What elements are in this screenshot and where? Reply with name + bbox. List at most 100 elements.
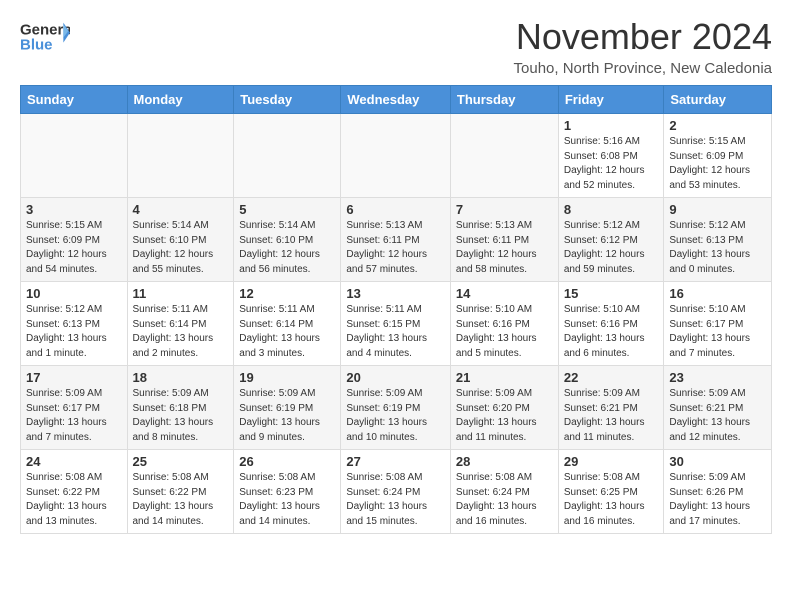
calendar-cell: 9 Sunrise: 5:12 AM Sunset: 6:13 PM Daylig… bbox=[664, 198, 772, 282]
day-number: 16 bbox=[669, 286, 766, 301]
day-info: Sunrise: 5:13 AM Sunset: 6:11 PM Dayligh… bbox=[456, 219, 553, 277]
calendar-cell: 25 Sunrise: 5:08 AM Sunset: 6:22 PM Dayli… bbox=[127, 450, 234, 534]
day-number: 19 bbox=[239, 370, 335, 385]
calendar-table: SundayMondayTuesdayWednesdayThursdayFrid… bbox=[20, 85, 772, 534]
calendar-cell: 2 Sunrise: 5:15 AM Sunset: 6:09 PM Daylig… bbox=[664, 114, 772, 198]
day-info: Sunrise: 5:14 AM Sunset: 6:10 PM Dayligh… bbox=[133, 219, 229, 277]
weekday-header-thursday: Thursday bbox=[450, 86, 558, 114]
day-info: Sunrise: 5:09 AM Sunset: 6:19 PM Dayligh… bbox=[239, 387, 335, 445]
calendar-cell: 16 Sunrise: 5:10 AM Sunset: 6:17 PM Dayli… bbox=[664, 282, 772, 366]
calendar-cell bbox=[21, 114, 128, 198]
day-info: Sunrise: 5:10 AM Sunset: 6:16 PM Dayligh… bbox=[564, 303, 659, 361]
calendar-cell: 4 Sunrise: 5:14 AM Sunset: 6:10 PM Daylig… bbox=[127, 198, 234, 282]
calendar-cell bbox=[127, 114, 234, 198]
day-number: 2 bbox=[669, 118, 766, 133]
day-number: 28 bbox=[456, 454, 553, 469]
weekday-header-wednesday: Wednesday bbox=[341, 86, 451, 114]
day-number: 5 bbox=[239, 202, 335, 217]
calendar-cell: 12 Sunrise: 5:11 AM Sunset: 6:14 PM Dayli… bbox=[234, 282, 341, 366]
day-info: Sunrise: 5:15 AM Sunset: 6:09 PM Dayligh… bbox=[26, 219, 122, 277]
calendar-cell: 11 Sunrise: 5:11 AM Sunset: 6:14 PM Dayli… bbox=[127, 282, 234, 366]
day-info: Sunrise: 5:08 AM Sunset: 6:25 PM Dayligh… bbox=[564, 471, 659, 529]
day-number: 6 bbox=[346, 202, 445, 217]
day-number: 11 bbox=[133, 286, 229, 301]
day-number: 26 bbox=[239, 454, 335, 469]
day-info: Sunrise: 5:10 AM Sunset: 6:17 PM Dayligh… bbox=[669, 303, 766, 361]
day-number: 10 bbox=[26, 286, 122, 301]
calendar-cell: 21 Sunrise: 5:09 AM Sunset: 6:20 PM Dayli… bbox=[450, 366, 558, 450]
day-info: Sunrise: 5:09 AM Sunset: 6:21 PM Dayligh… bbox=[669, 387, 766, 445]
day-number: 12 bbox=[239, 286, 335, 301]
calendar-cell: 15 Sunrise: 5:10 AM Sunset: 6:16 PM Dayli… bbox=[558, 282, 664, 366]
day-info: Sunrise: 5:08 AM Sunset: 6:22 PM Dayligh… bbox=[26, 471, 122, 529]
day-number: 24 bbox=[26, 454, 122, 469]
svg-text:Blue: Blue bbox=[20, 36, 53, 53]
weekday-header-friday: Friday bbox=[558, 86, 664, 114]
calendar-cell: 5 Sunrise: 5:14 AM Sunset: 6:10 PM Daylig… bbox=[234, 198, 341, 282]
calendar-cell: 30 Sunrise: 5:09 AM Sunset: 6:26 PM Dayli… bbox=[664, 450, 772, 534]
day-number: 22 bbox=[564, 370, 659, 385]
calendar-cell: 23 Sunrise: 5:09 AM Sunset: 6:21 PM Dayli… bbox=[664, 366, 772, 450]
logo-icon: General Blue bbox=[20, 16, 70, 56]
day-info: Sunrise: 5:13 AM Sunset: 6:11 PM Dayligh… bbox=[346, 219, 445, 277]
day-info: Sunrise: 5:09 AM Sunset: 6:20 PM Dayligh… bbox=[456, 387, 553, 445]
calendar-cell: 20Sunrise: 5:09 AM Sunset: 6:19 PM Dayli… bbox=[341, 366, 451, 450]
calendar-cell bbox=[234, 114, 341, 198]
day-info: Sunrise: 5:11 AM Sunset: 6:14 PM Dayligh… bbox=[133, 303, 229, 361]
day-number: 14 bbox=[456, 286, 553, 301]
day-info: Sunrise: 5:15 AM Sunset: 6:09 PM Dayligh… bbox=[669, 135, 766, 193]
day-info: Sunrise: 5:09 AM Sunset: 6:18 PM Dayligh… bbox=[133, 387, 229, 445]
day-number: 21 bbox=[456, 370, 553, 385]
day-info: Sunrise: 5:09 AM Sunset: 6:26 PM Dayligh… bbox=[669, 471, 766, 529]
day-info: Sunrise: 5:16 AM Sunset: 6:08 PM Dayligh… bbox=[564, 135, 659, 193]
calendar-cell: 1 Sunrise: 5:16 AM Sunset: 6:08 PM Daylig… bbox=[558, 114, 664, 198]
day-info: Sunrise: 5:11 AM Sunset: 6:15 PM Dayligh… bbox=[346, 303, 445, 361]
day-number: 17 bbox=[26, 370, 122, 385]
day-number: 25 bbox=[133, 454, 229, 469]
day-info: Sunrise: 5:11 AM Sunset: 6:14 PM Dayligh… bbox=[239, 303, 335, 361]
calendar-cell: 27Sunrise: 5:08 AM Sunset: 6:24 PM Dayli… bbox=[341, 450, 451, 534]
calendar-cell: 10 Sunrise: 5:12 AM Sunset: 6:13 PM Dayli… bbox=[21, 282, 128, 366]
day-number: 29 bbox=[564, 454, 659, 469]
month-title: November 2024 bbox=[514, 16, 772, 58]
day-number: 30 bbox=[669, 454, 766, 469]
calendar-cell: 8 Sunrise: 5:12 AM Sunset: 6:12 PM Daylig… bbox=[558, 198, 664, 282]
weekday-header-tuesday: Tuesday bbox=[234, 86, 341, 114]
day-number: 1 bbox=[564, 118, 659, 133]
day-number: 9 bbox=[669, 202, 766, 217]
calendar-cell: 22Sunrise: 5:09 AM Sunset: 6:21 PM Dayli… bbox=[558, 366, 664, 450]
day-info: Sunrise: 5:08 AM Sunset: 6:23 PM Dayligh… bbox=[239, 471, 335, 529]
day-number: 23 bbox=[669, 370, 766, 385]
day-info: Sunrise: 5:09 AM Sunset: 6:17 PM Dayligh… bbox=[26, 387, 122, 445]
day-info: Sunrise: 5:12 AM Sunset: 6:12 PM Dayligh… bbox=[564, 219, 659, 277]
day-info: Sunrise: 5:10 AM Sunset: 6:16 PM Dayligh… bbox=[456, 303, 553, 361]
day-number: 3 bbox=[26, 202, 122, 217]
calendar-cell: 29 Sunrise: 5:08 AM Sunset: 6:25 PM Dayli… bbox=[558, 450, 664, 534]
calendar-cell: 24 Sunrise: 5:08 AM Sunset: 6:22 PM Dayli… bbox=[21, 450, 128, 534]
day-info: Sunrise: 5:12 AM Sunset: 6:13 PM Dayligh… bbox=[26, 303, 122, 361]
calendar-cell: 17 Sunrise: 5:09 AM Sunset: 6:17 PM Dayli… bbox=[21, 366, 128, 450]
calendar-cell: 26 Sunrise: 5:08 AM Sunset: 6:23 PM Dayli… bbox=[234, 450, 341, 534]
day-number: 7 bbox=[456, 202, 553, 217]
day-number: 18 bbox=[133, 370, 229, 385]
day-info: Sunrise: 5:12 AM Sunset: 6:13 PM Dayligh… bbox=[669, 219, 766, 277]
location: Touho, North Province, New Caledonia bbox=[514, 60, 772, 77]
day-number: 4 bbox=[133, 202, 229, 217]
calendar-cell: 13Sunrise: 5:11 AM Sunset: 6:15 PM Dayli… bbox=[341, 282, 451, 366]
weekday-header-monday: Monday bbox=[127, 86, 234, 114]
calendar-cell: 7 Sunrise: 5:13 AM Sunset: 6:11 PM Daylig… bbox=[450, 198, 558, 282]
day-info: Sunrise: 5:08 AM Sunset: 6:24 PM Dayligh… bbox=[456, 471, 553, 529]
title-area: November 2024 Touho, North Province, New… bbox=[514, 16, 772, 77]
calendar-cell: 28 Sunrise: 5:08 AM Sunset: 6:24 PM Dayli… bbox=[450, 450, 558, 534]
calendar-cell: 14 Sunrise: 5:10 AM Sunset: 6:16 PM Dayli… bbox=[450, 282, 558, 366]
day-info: Sunrise: 5:14 AM Sunset: 6:10 PM Dayligh… bbox=[239, 219, 335, 277]
day-number: 27 bbox=[346, 454, 445, 469]
weekday-header-sunday: Sunday bbox=[21, 86, 128, 114]
day-info: Sunrise: 5:08 AM Sunset: 6:22 PM Dayligh… bbox=[133, 471, 229, 529]
day-number: 8 bbox=[564, 202, 659, 217]
day-number: 15 bbox=[564, 286, 659, 301]
weekday-header-saturday: Saturday bbox=[664, 86, 772, 114]
day-info: Sunrise: 5:09 AM Sunset: 6:19 PM Dayligh… bbox=[346, 387, 445, 445]
calendar-cell bbox=[450, 114, 558, 198]
calendar-cell bbox=[341, 114, 451, 198]
